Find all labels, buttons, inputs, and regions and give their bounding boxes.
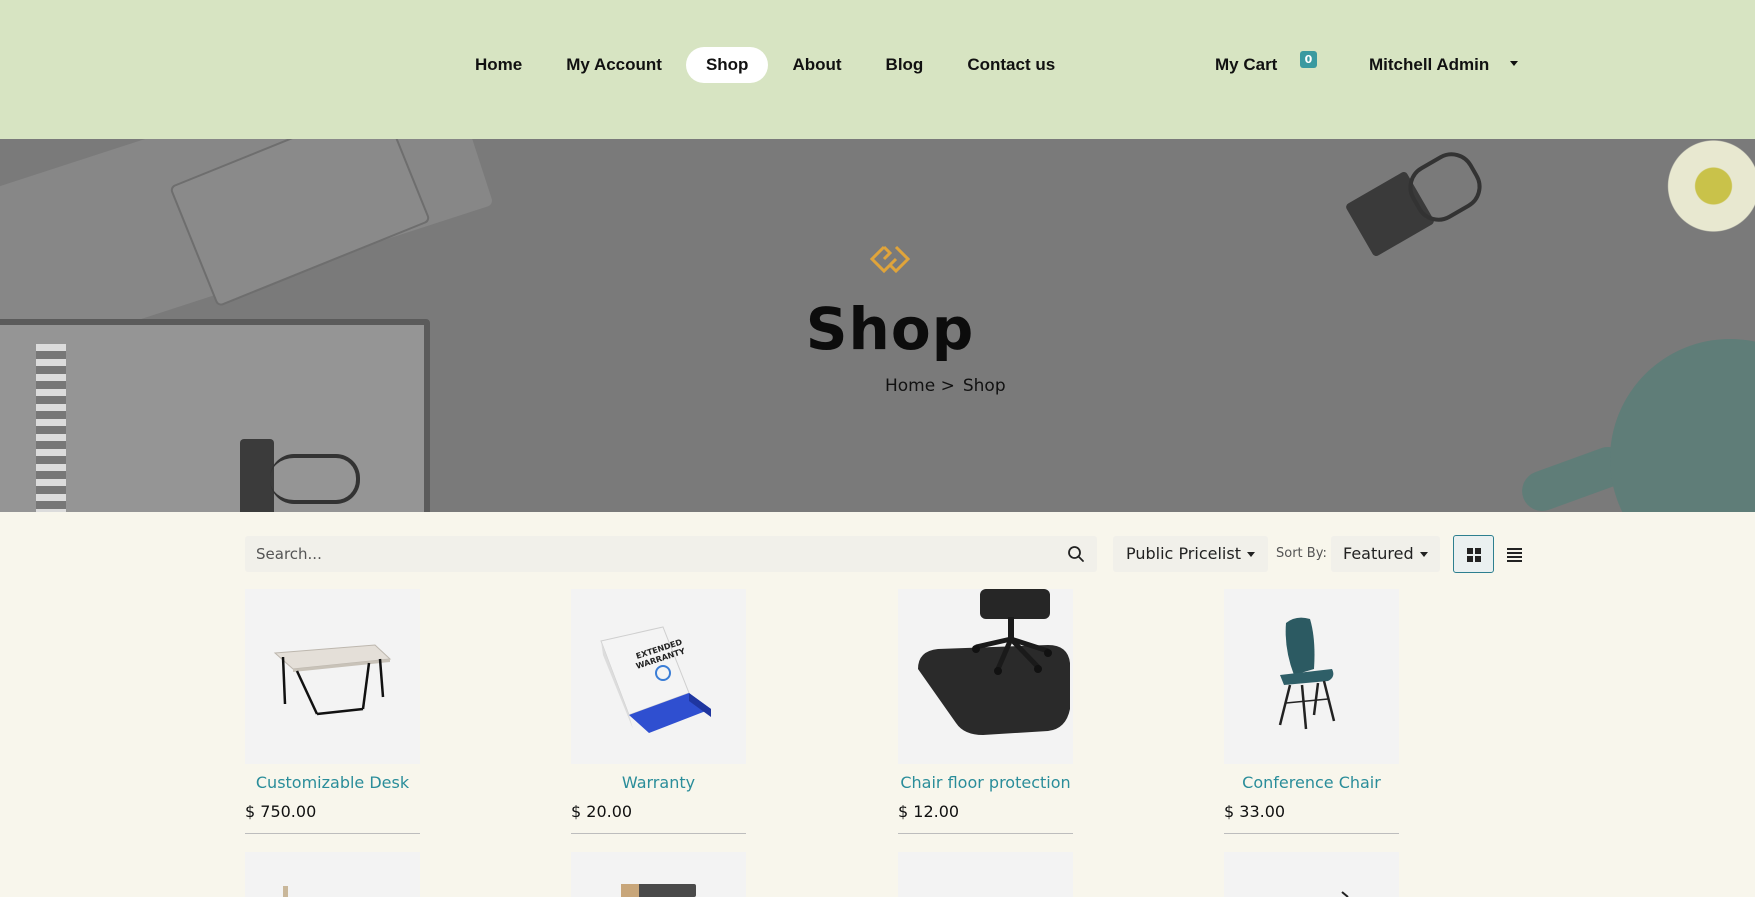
chevron-down-icon — [1246, 552, 1255, 557]
product-image-partial — [621, 884, 696, 897]
product-name-link[interactable]: Chair floor protection — [898, 773, 1073, 792]
product-card[interactable]: Chair floor protection $ 12.00 — [898, 589, 1073, 834]
my-cart-link[interactable]: My Cart — [1215, 55, 1277, 75]
nav-about[interactable]: About — [772, 47, 861, 83]
breadcrumb-current: Shop — [962, 376, 1006, 396]
sort-dropdown[interactable]: Featured — [1331, 536, 1440, 572]
sort-by-label: Sort By: — [1276, 546, 1327, 561]
site-header: Home My Account Shop About Blog Contact … — [0, 0, 1755, 139]
teapot-decoration — [1610, 339, 1755, 512]
product-name-link[interactable]: Warranty — [571, 773, 746, 792]
product-price: $ 33.00 — [1224, 802, 1286, 821]
chair-image[interactable] — [1224, 589, 1399, 764]
list-view-button[interactable] — [1494, 535, 1534, 573]
product-card-partial[interactable] — [898, 852, 1073, 897]
pricelist-label: Public Pricelist — [1126, 544, 1241, 563]
pricelist-dropdown[interactable]: Public Pricelist — [1113, 536, 1268, 572]
desk-illustration — [273, 644, 392, 716]
product-card-partial[interactable] — [1224, 852, 1399, 897]
product-price: $ 750.00 — [245, 802, 317, 821]
product-price: $ 12.00 — [898, 802, 960, 821]
product-name-link[interactable]: Conference Chair — [1224, 773, 1399, 792]
product-card[interactable]: EXTENDED WARRANTY Warranty $ 20.00 — [571, 589, 746, 834]
flower-decoration — [1620, 139, 1755, 249]
nav-my-account[interactable]: My Account — [546, 47, 682, 83]
warranty-box-illustration: EXTENDED WARRANTY — [600, 626, 711, 733]
breadcrumb: Home > Shop — [885, 376, 1006, 396]
grid-icon — [1467, 548, 1481, 562]
chair-mat-image[interactable] — [898, 589, 1073, 764]
list-icon — [1507, 548, 1522, 562]
cart-count-badge: 0 — [1300, 51, 1317, 68]
sort-value: Featured — [1343, 544, 1414, 563]
product-image-partial — [1341, 891, 1349, 897]
nav-contact-us[interactable]: Contact us — [947, 47, 1075, 83]
product-card[interactable]: Customizable Desk $ 750.00 — [245, 589, 420, 834]
product-image-partial — [283, 886, 288, 897]
nav-shop[interactable]: Shop — [685, 47, 769, 83]
product-card-partial[interactable] — [245, 852, 420, 897]
chair-mat-illustration — [918, 589, 1070, 735]
search-input[interactable] — [245, 536, 1055, 572]
search-bar — [245, 536, 1097, 572]
card-divider — [1224, 833, 1399, 834]
chevron-down-icon — [1419, 552, 1428, 557]
card-divider — [898, 833, 1073, 834]
desk-image[interactable] — [245, 589, 420, 764]
breadcrumb-home[interactable]: Home > — [885, 376, 955, 396]
nav-blog[interactable]: Blog — [866, 47, 944, 83]
warranty-box-image[interactable]: EXTENDED WARRANTY — [571, 589, 746, 764]
product-card-partial[interactable] — [571, 852, 746, 897]
search-icon[interactable] — [1067, 545, 1085, 563]
page-title: Shop — [805, 295, 975, 363]
main-nav: Home My Account Shop About Blog Contact … — [455, 47, 1079, 83]
binder-clip-handle-decoration — [270, 454, 360, 504]
product-name-link[interactable]: Customizable Desk — [245, 773, 420, 792]
product-price: $ 20.00 — [571, 802, 633, 821]
product-card[interactable]: Conference Chair $ 33.00 — [1224, 589, 1399, 834]
spiral-binding-decoration — [36, 344, 66, 512]
card-divider — [571, 833, 746, 834]
nav-home[interactable]: Home — [455, 47, 542, 83]
binder-clip-decoration — [240, 439, 274, 512]
user-menu[interactable]: Mitchell Admin — [1369, 55, 1489, 75]
brand-logo-icon — [869, 245, 911, 274]
card-divider — [245, 833, 420, 834]
grid-view-button[interactable] — [1453, 535, 1494, 573]
chevron-down-icon[interactable] — [1510, 61, 1518, 66]
chair-illustration — [1278, 617, 1336, 730]
